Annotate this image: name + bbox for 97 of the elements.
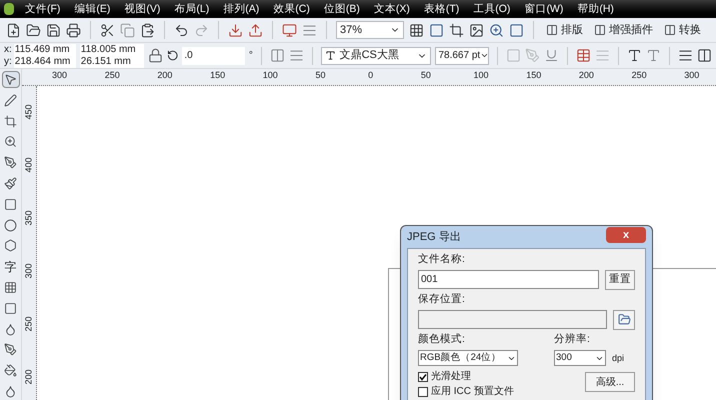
panel-icon	[546, 24, 558, 36]
menu-item[interactable]: 文件(F)	[18, 0, 68, 18]
menu-item[interactable]: 工具(O)	[466, 0, 518, 18]
menu-item[interactable]: 编辑(E)	[67, 0, 118, 18]
toolbar-button[interactable]: 增强插件	[591, 22, 656, 38]
undo-icon[interactable]	[174, 22, 189, 38]
x-field[interactable]: 115.469 mm	[14, 44, 76, 56]
grid-icon[interactable]	[409, 22, 424, 38]
field-label: 分辨率:	[554, 332, 591, 346]
ruler-label: 150	[210, 69, 226, 82]
ellipse-icon[interactable]	[2, 216, 20, 234]
panel-icon	[664, 24, 676, 36]
dialog-title: JPEG 导出	[407, 230, 461, 245]
field-label: 颜色模式:	[418, 332, 466, 346]
ruler-label: 300	[23, 263, 35, 279]
height-field[interactable]: 26.151 mm	[80, 56, 144, 68]
y-field[interactable]: 218.464 mm	[14, 56, 76, 68]
menu-item[interactable]: 文本(X)	[366, 0, 417, 18]
monitor-icon[interactable]	[282, 22, 297, 38]
menu-item[interactable]: 排列(A)	[216, 0, 266, 18]
ruler-label: 100	[262, 69, 279, 82]
file-name-field[interactable]: 001	[418, 270, 599, 290]
option-checkbox[interactable]: 光滑处理	[418, 370, 514, 384]
list-icon[interactable]	[302, 22, 317, 38]
ruler-label: 50	[315, 69, 326, 82]
brush-icon[interactable]	[2, 175, 20, 192]
advanced-button[interactable]: 高级...	[585, 372, 635, 392]
new-file-icon[interactable]	[6, 22, 21, 38]
reset-button[interactable]: 重置	[605, 270, 635, 290]
menu-item[interactable]: 视图(V)	[117, 0, 168, 18]
import-icon[interactable]	[228, 22, 243, 38]
caret-icon	[480, 51, 490, 60]
x-label: x:	[4, 44, 12, 56]
folder-icon	[618, 313, 630, 326]
checkbox-icon[interactable]	[418, 386, 428, 397]
field-label: 文件名称:	[418, 252, 466, 267]
ruler-label: 50	[420, 69, 432, 82]
ruler-label: 0	[368, 69, 374, 82]
cut-icon[interactable]	[100, 22, 115, 38]
menu-item[interactable]: 布局(L)	[167, 0, 216, 18]
ruler-label: 200	[578, 69, 595, 82]
menu-item[interactable]: 效果(C)	[266, 0, 317, 18]
save-path-field[interactable]	[418, 310, 607, 329]
field-label: 保存位置:	[418, 292, 466, 307]
checkbox-icon[interactable]	[418, 372, 428, 382]
menu-item[interactable]: 窗口(W)	[517, 0, 570, 18]
export-icon[interactable]	[248, 22, 263, 38]
crop-icon[interactable]	[2, 112, 20, 130]
search-icon[interactable]	[489, 22, 504, 38]
paste-icon[interactable]	[140, 22, 155, 38]
ruler-label: 150	[526, 69, 542, 82]
ruler-label: 200	[23, 369, 35, 385]
font-icon	[324, 50, 336, 61]
menu-item[interactable]: 位图(B)	[316, 0, 367, 18]
ruler-label: 100	[474, 69, 490, 82]
ruler-label: 350	[23, 210, 35, 226]
close-button[interactable]: x	[606, 227, 646, 243]
rotation-field[interactable]: .0	[182, 46, 245, 64]
vertical-text-icon[interactable]	[697, 48, 712, 63]
menu-item[interactable]: 表格(T)	[416, 0, 466, 18]
ruler-label: 400	[23, 157, 35, 173]
degree-symbol: °	[248, 49, 253, 63]
font-size-dropdown[interactable]: 78.667 pt	[435, 46, 490, 64]
underline-icon[interactable]	[544, 48, 560, 63]
ruler-label: 250	[632, 69, 648, 82]
lock-icon[interactable]	[148, 48, 163, 63]
dpi-unit: dpi	[612, 352, 624, 365]
ruler-label: 250	[104, 69, 121, 82]
font-dropdown[interactable]: 文鼎CS大黑	[320, 46, 432, 64]
option-checkbox[interactable]: 应用 ICC 预置文件	[418, 385, 514, 398]
print-icon[interactable]	[66, 22, 81, 38]
y-label: y:	[4, 56, 12, 68]
text-frame-icon[interactable]	[627, 48, 642, 63]
color-mode-dropdown[interactable]: RGB颜色（24位）	[418, 350, 518, 366]
ruler-label: 200	[157, 69, 174, 82]
paint-bucket-icon[interactable]	[2, 362, 20, 380]
ruler-label: 300	[684, 69, 700, 82]
rotate-icon	[166, 49, 178, 62]
ruler-label: 450	[23, 104, 35, 120]
text-tool[interactable]: 字	[2, 258, 20, 276]
panel-icon	[594, 24, 606, 36]
resolution-dropdown[interactable]: 300	[554, 350, 606, 366]
menu-item[interactable]: 帮助(H)	[570, 0, 621, 18]
save-icon[interactable]	[46, 22, 61, 38]
zoom-dropdown[interactable]: 37%	[336, 21, 404, 39]
pen-icon[interactable]	[2, 92, 20, 109]
toolbar-button[interactable]: 排版	[543, 22, 586, 38]
ruler-label: 300	[52, 69, 68, 82]
app-icon[interactable]	[4, 3, 14, 15]
square-icon[interactable]	[509, 22, 524, 38]
folder-icon[interactable]	[26, 22, 41, 38]
horizontal-text-icon[interactable]	[678, 48, 694, 63]
browse-button[interactable]	[613, 310, 635, 330]
toolbar-button[interactable]: 转换	[661, 22, 704, 38]
pointer-icon[interactable]	[2, 71, 20, 88]
ruler-label: 250	[23, 316, 35, 332]
width-field[interactable]: 118.005 mm	[80, 44, 144, 56]
